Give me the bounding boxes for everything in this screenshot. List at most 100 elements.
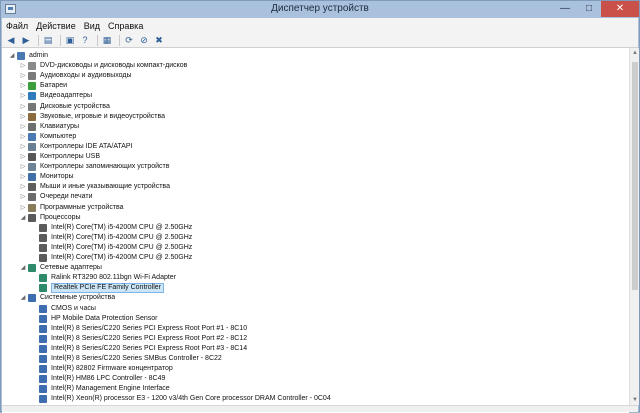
menu-help[interactable]: Справка	[104, 21, 147, 31]
tree-category[interactable]: ▷ Дисковые устройства	[2, 102, 629, 112]
expand-icon[interactable]: ▷	[19, 71, 27, 81]
tree-category[interactable]: ▷ Мыши и иные указывающие устройства	[2, 182, 629, 192]
tree-item-label: Очереди печати	[40, 193, 93, 201]
tree-root[interactable]: ◢ admin	[2, 51, 629, 61]
disk-drive-icon	[28, 102, 36, 111]
display-icon[interactable]: ▦	[101, 35, 113, 46]
menu-action[interactable]: Действие	[32, 21, 80, 31]
properties-icon[interactable]: ▤	[42, 35, 54, 46]
menu-file[interactable]: Файл	[2, 21, 32, 31]
back-icon[interactable]: ◀	[5, 35, 17, 46]
expand-icon[interactable]: ▷	[19, 61, 27, 71]
software-icon	[28, 203, 36, 212]
tree-device[interactable]: Intel(R) Core(TM) i5-4200M CPU @ 2.50GHz	[2, 253, 629, 263]
tree-category[interactable]: ▷ Клавиатуры	[2, 122, 629, 132]
expand-icon[interactable]: ▷	[19, 132, 27, 142]
expand-icon[interactable]: ▷	[19, 91, 27, 101]
uninstall-icon[interactable]: ✖	[153, 35, 165, 46]
system-device-icon	[39, 395, 47, 404]
tree-device[interactable]: Intel(R) 82802 Firmware концентратор	[2, 364, 629, 374]
collapse-icon[interactable]: ◢	[19, 293, 27, 303]
tree-device[interactable]: Intel(R) 8 Series/C220 Series SMBus Cont…	[2, 354, 629, 364]
tree-device[interactable]: Intel(R) Management Engine Interface	[2, 384, 629, 394]
audio-icon	[28, 72, 36, 81]
expand-icon[interactable]: ▷	[19, 81, 27, 91]
tree-device[interactable]: Intel(R) Core(TM) i5-4200M CPU @ 2.50GHz	[2, 223, 629, 233]
tree-category[interactable]: ▷ Программные устройства	[2, 203, 629, 213]
tree-item-label: Аудиовходы и аудиовыходы	[40, 72, 132, 80]
expand-icon[interactable]: ▷	[19, 152, 27, 162]
status-bar	[2, 405, 638, 412]
tree-category[interactable]: ▷ Контроллеры USB	[2, 152, 629, 162]
tree-device[interactable]: Intel(R) Xeon(R) processor E3 - 1200 v3/…	[2, 394, 629, 404]
tree-device[interactable]: Intel(R) 8 Series/C220 Series PCI Expres…	[2, 344, 629, 354]
expand-icon[interactable]: ▷	[19, 162, 27, 172]
tree-item-label: Intel(R) 8 Series/C220 Series PCI Expres…	[51, 334, 248, 342]
collapse-icon[interactable]: ◢	[19, 213, 27, 223]
tree-device[interactable]: Intel(R) 8 Series/C220 Series PCI Expres…	[2, 334, 629, 344]
tree-item-label: Дисковые устройства	[40, 102, 110, 110]
tree-item-label: admin	[29, 52, 49, 59]
toolbar-separator	[38, 34, 39, 46]
tree-item-label: Видеоадаптеры	[40, 92, 93, 100]
vertical-scrollbar[interactable]: ▲ ▼	[629, 48, 639, 405]
tree-category[interactable]: ◢ Процессоры	[2, 213, 629, 223]
maximize-button[interactable]: □	[578, 1, 600, 17]
tree-category[interactable]: ◢ Сетевые адаптеры	[2, 263, 629, 273]
tree-category[interactable]: ▷ Компьютер	[2, 132, 629, 142]
tree-device[interactable]: Realtek PCIe FE Family Controller	[2, 283, 629, 294]
toolbar-separator	[97, 34, 98, 46]
close-button[interactable]: ✕	[601, 1, 639, 17]
tree-category[interactable]: ▷ Звуковые, игровые и видеоустройства	[2, 112, 629, 122]
expand-icon[interactable]: ▷	[19, 192, 27, 202]
system-device-icon	[28, 294, 36, 303]
forward-icon[interactable]: ▶	[20, 35, 32, 46]
tree-category[interactable]: ▷ Контроллеры запоминающих устройств	[2, 162, 629, 172]
disable-icon[interactable]: ⊘	[138, 35, 150, 46]
collapse-icon[interactable]: ◢	[8, 51, 16, 61]
help-icon[interactable]: ?	[79, 35, 91, 46]
tree-device[interactable]: HP Mobile Data Protection Sensor	[2, 314, 629, 324]
tree-device[interactable]: Intel(R) Core(TM) i5-4200M CPU @ 2.50GHz	[2, 233, 629, 243]
tree-category[interactable]: ▷ Контроллеры IDE ATA/ATAPI	[2, 142, 629, 152]
expand-icon[interactable]: ▷	[19, 203, 27, 213]
minimize-button[interactable]: —	[553, 1, 577, 17]
tree-category[interactable]: ▷ Батареи	[2, 81, 629, 91]
tree-item-label: Батареи	[40, 82, 68, 90]
expand-icon[interactable]: ▷	[19, 122, 27, 132]
expand-icon[interactable]: ▷	[19, 142, 27, 152]
tree-category[interactable]: ▷ Видеоадаптеры	[2, 91, 629, 101]
scroll-down-icon[interactable]: ▼	[630, 395, 640, 405]
tree-device[interactable]: Intel(R) Core(TM) i5-4200M CPU @ 2.50GHz	[2, 243, 629, 253]
tree-device[interactable]: Intel(R) 8 Series/C220 Series PCI Expres…	[2, 324, 629, 334]
tree-category[interactable]: ◢ Системные устройства	[2, 293, 629, 303]
expand-icon[interactable]: ▷	[19, 182, 27, 192]
expand-icon[interactable]: ▷	[19, 112, 27, 122]
tree-category[interactable]: ▷ Аудиовходы и аудиовыходы	[2, 71, 629, 81]
tree-category[interactable]: ▷ Очереди печати	[2, 192, 629, 202]
processor-icon	[39, 254, 47, 262]
menu-view[interactable]: Вид	[80, 21, 104, 31]
collapse-icon[interactable]: ◢	[19, 263, 27, 273]
display-adapter-icon	[28, 92, 36, 101]
system-device-icon	[39, 304, 47, 313]
expand-icon[interactable]: ▷	[19, 102, 27, 112]
sound-icon	[28, 112, 36, 121]
system-device-icon	[39, 324, 47, 333]
tree-device[interactable]: CMOS и часы	[2, 304, 629, 314]
device-tree[interactable]: ◢ admin ▷ DVD-дисководы и дисководы компакт…	[2, 48, 629, 413]
console-icon[interactable]: ▣	[64, 35, 76, 46]
printer-icon	[28, 193, 36, 202]
tree-category[interactable]: ▷ Мониторы	[2, 172, 629, 182]
keyboard-icon	[28, 122, 36, 131]
tree-category[interactable]: ▷ DVD-дисководы и дисководы компакт-диско…	[2, 61, 629, 71]
scroll-thumb[interactable]	[632, 62, 638, 290]
scan-icon[interactable]: ⟳	[123, 35, 135, 46]
battery-icon	[28, 82, 36, 91]
scroll-up-icon[interactable]: ▲	[630, 48, 640, 58]
tree-device[interactable]: Intel(R) HM86 LPC Controller - 8C49	[2, 374, 629, 384]
tree-item-label: Сетевые адаптеры	[40, 264, 102, 272]
expand-icon[interactable]: ▷	[19, 172, 27, 182]
tree-item-label: Intel(R) Core(TM) i5-4200M CPU @ 2.50GHz	[51, 223, 193, 231]
tree-device[interactable]: Ralink RT3290 802.11bgn Wi-Fi Adapter	[2, 273, 629, 283]
